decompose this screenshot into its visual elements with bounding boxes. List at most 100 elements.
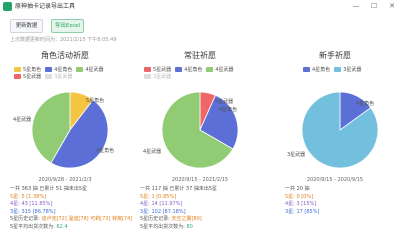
stats-3star-rate: [87.18%]	[161, 208, 186, 215]
legend-label: 4星角色	[184, 67, 203, 73]
legend-label: 3星武器	[54, 74, 73, 80]
stats-5star: 5星: 5 [1.38%]	[10, 194, 132, 202]
stats-5star-rate: [1.38%]	[24, 193, 47, 200]
maximize-button[interactable]: ☐	[369, 1, 379, 11]
pie-label: 5星角色	[86, 98, 105, 104]
date-range: 2020/9/15 - 2020/9/15	[306, 177, 364, 183]
legend-swatch	[45, 67, 53, 72]
stats-4star: 4星: 14 [11.97%]	[140, 201, 217, 209]
stats-4star-rate: [11.97%]	[157, 201, 183, 208]
legend-label: 4星武器	[85, 67, 104, 73]
stats-total: 一共 363 抽 已累计 51 抽未出5星	[10, 186, 132, 194]
legend-item[interactable]: 3星武器	[334, 67, 361, 74]
legend-item[interactable]: 3星武器	[45, 74, 72, 81]
stats-5star: 5星: 1 [0.85%]	[140, 194, 217, 202]
stats-standard: 一共 117 抽 已累计 37 抽未出5星 5星: 1 [0.85%] 4星: …	[140, 186, 217, 232]
pie-label: 4星角色	[356, 101, 375, 107]
legend-item[interactable]: 4星武器	[76, 67, 104, 74]
stats-history-list: 天空之翼[80]	[171, 216, 202, 223]
legend-item[interactable]: 5星武器	[144, 67, 171, 74]
export-excel-button[interactable]: 导出Excel	[51, 19, 84, 33]
stats-total-pulls: 一共 117 抽	[140, 186, 170, 192]
legend-item[interactable]: 4星角色	[45, 67, 72, 74]
stats-3star-count: 3星: 17	[285, 208, 303, 215]
stats-4star: 4星: 3 [15%]	[285, 201, 319, 209]
update-data-button[interactable]: 更新数据	[10, 19, 43, 33]
stats-3star-count: 3星: 315	[10, 208, 31, 215]
stats-5star-count: 5星: 5	[10, 193, 25, 200]
legend-label: 4星武器	[215, 67, 234, 73]
stats-history-label: 5星历史记录:	[140, 216, 172, 223]
legend-item[interactable]: 5星武器	[14, 74, 41, 81]
stats-average-value: 80	[186, 223, 193, 230]
legend-label: 5星武器	[23, 74, 42, 80]
legend-swatch	[206, 67, 214, 72]
pie-label: 4星角色	[219, 107, 238, 113]
legend-standard: 5星武器 4星角色 4星武器 3星武器	[144, 67, 238, 81]
stats-history: 5星历史记录: 迪卢克[72] 温迪[78] 可莉[73] 钟离[74]	[10, 216, 132, 224]
pie-label: 4星武器	[143, 149, 162, 155]
stats-5star-count: 5星: 0	[285, 193, 300, 200]
stats-4star-rate: [11.85%]	[27, 201, 53, 208]
stats-3star: 3星: 17 [85%]	[285, 209, 319, 217]
legend-item[interactable]: 4星武器	[206, 67, 234, 74]
legend-swatch	[14, 74, 21, 79]
stats-5star-rate: [0%]	[299, 193, 314, 200]
legend-label: 3星武器	[343, 67, 362, 73]
legend-swatch	[334, 67, 342, 72]
close-button[interactable]: ✕	[387, 1, 397, 11]
legend-swatch	[76, 67, 84, 72]
stats-4star-count: 4星: 3	[285, 201, 300, 208]
last-update-text: 上次数据更新时间为：2021/2/15 下午8:05:49	[10, 37, 117, 43]
stats-4star-rate: [15%]	[299, 201, 317, 208]
stats-4star-count: 4星: 14	[140, 201, 158, 208]
stats-total-pulls: 一共 20 抽	[285, 186, 310, 192]
legend-swatch	[144, 67, 151, 72]
stats-history-label: 5星历史记录:	[10, 216, 42, 223]
stats-average: 5星平均出货次数为: 62.4	[10, 224, 132, 232]
legend-label: 4星角色	[312, 67, 331, 73]
minimize-button[interactable]: —	[351, 1, 361, 11]
legend-swatch	[175, 67, 183, 72]
panel-title-beginner: 新手祈愿	[319, 51, 351, 60]
stats-history-list: 迪卢克[72] 温迪[78] 可莉[73] 钟离[74]	[41, 216, 133, 223]
legend-character-event: 5星角色 4星角色 4星武器 5星武器 3星武器	[14, 67, 108, 81]
stats-total-pulls: 一共 363 抽	[10, 186, 40, 192]
app-icon	[3, 2, 12, 11]
pie-label: 4星角色	[96, 148, 115, 154]
legend-swatch	[303, 67, 310, 72]
stats-character-event: 一共 363 抽 已累计 51 抽未出5星 5星: 5 [1.38%] 4星: …	[10, 186, 132, 232]
legend-item[interactable]: 5星角色	[14, 67, 41, 74]
stats-3star-rate: [85%]	[302, 208, 320, 215]
stats-3star-count: 3星: 102	[140, 208, 161, 215]
stats-average: 5星平均出货次数为: 80	[140, 224, 217, 232]
stats-pity: 已累计 51 抽未出5星	[39, 186, 88, 192]
title-bar: 原神抽卡记录导出工具 — ☐ ✕	[0, 0, 400, 14]
stats-beginner: 一共 20 抽 5星: 0 [0%] 4星: 3 [15%] 3星: 17 [8…	[285, 186, 319, 216]
legend-item[interactable]: 3星武器	[144, 74, 171, 81]
legend-item[interactable]: 4星角色	[175, 67, 202, 74]
date-range: 2020/9/28 - 2021/2/3	[38, 177, 92, 183]
legend-label: 5星角色	[23, 67, 42, 73]
pie-label: 3星武器	[287, 152, 306, 158]
pie-label: 4星武器	[13, 117, 32, 123]
window-title: 原神抽卡记录导出工具	[15, 3, 76, 10]
legend-label: 5星武器	[153, 67, 172, 73]
panel-title-standard: 常驻祈愿	[184, 51, 216, 60]
stats-pity: 已累计 37 抽未出5星	[169, 186, 218, 192]
stats-4star-count: 4星: 43	[10, 201, 28, 208]
stats-total: 一共 117 抽 已累计 37 抽未出5星	[140, 186, 217, 194]
panel-title-character-event: 角色活动祈愿	[41, 51, 89, 60]
legend-item[interactable]: 4星角色	[303, 67, 330, 74]
stats-total: 一共 20 抽	[285, 186, 319, 194]
stats-5star-count: 5星: 1	[140, 193, 155, 200]
stats-5star-rate: [0.85%]	[154, 193, 177, 200]
legend-beginner: 4星角色 3星武器	[303, 67, 365, 74]
legend-swatch	[14, 67, 21, 72]
legend-swatch	[144, 74, 151, 79]
legend-label: 4星角色	[54, 67, 73, 73]
date-range: 2020/9/15 - 2021/2/15	[171, 177, 229, 183]
pie-label: 5星武器	[215, 99, 234, 105]
stats-average-label: 5星平均出货次数为:	[10, 223, 57, 230]
legend-label: 3星武器	[153, 74, 172, 80]
